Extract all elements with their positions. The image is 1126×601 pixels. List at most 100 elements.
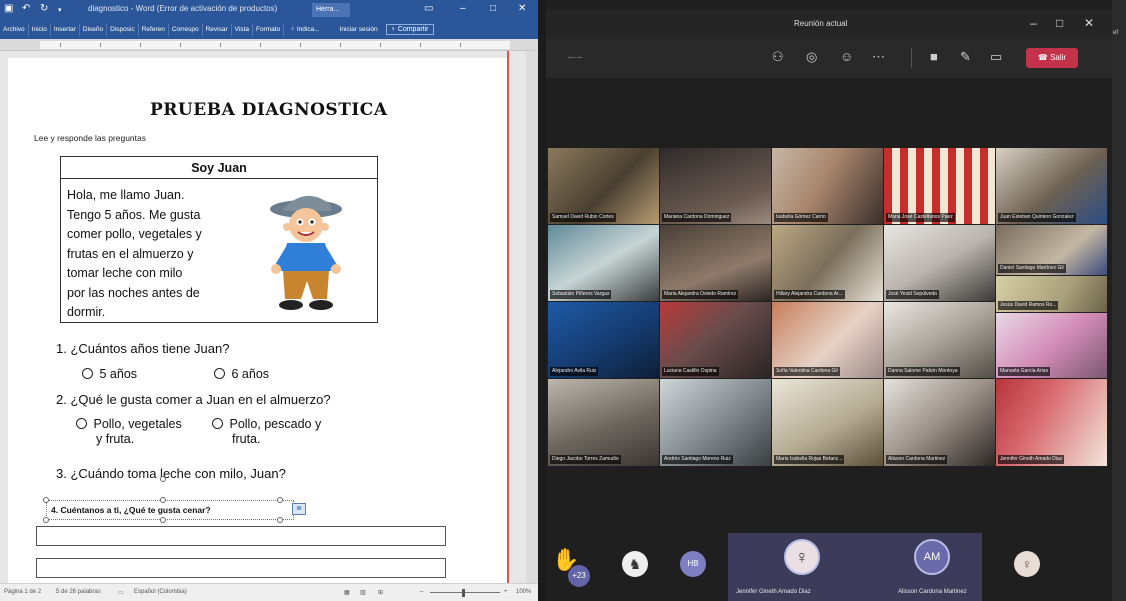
more-participants-badge[interactable]: +23	[568, 565, 590, 587]
zoom-level[interactable]: 100%	[516, 589, 531, 595]
q2-option-2[interactable]: Pollo, pescado y fruta.	[212, 417, 321, 447]
minimize-icon[interactable]: –	[460, 3, 466, 14]
sign-in-link[interactable]: Iniciar sesión	[340, 26, 378, 33]
video-tile[interactable]: José Yesid Sepúlveda	[884, 225, 995, 301]
video-tile[interactable]: Isabella Gómez Carrio	[772, 148, 883, 224]
video-tile[interactable]: Juan Esteban Quintero Gonzalez	[996, 148, 1107, 224]
proofing-icon[interactable]: ▭	[118, 589, 124, 596]
ruler-tick	[100, 43, 101, 47]
story-line: por las noches antes de	[67, 285, 200, 300]
more-actions-icon[interactable]: ⋯	[872, 49, 885, 65]
repeat-icon[interactable]: ↻	[40, 3, 48, 14]
zoom-out-icon[interactable]: –	[420, 589, 423, 595]
q2-option-2-line-1: Pollo, pescado y	[229, 417, 322, 431]
video-tile[interactable]: Manuela García Arias	[996, 313, 1107, 378]
side-strip-label: ef	[1113, 30, 1119, 36]
video-tile[interactable]: Alisson Cardona Martinez	[884, 379, 995, 466]
video-tile[interactable]: Jennifer Gineth Amado Diaz	[996, 379, 1107, 466]
video-tile[interactable]: Sebastián Piñeros Vargas	[548, 225, 659, 301]
participant-name: Maria José Castellanos Paez	[886, 213, 955, 222]
video-tile[interactable]: Diego Jacobo Torres Zamudio	[548, 379, 659, 466]
mic-muted-icon[interactable]: ✎	[960, 49, 971, 65]
tell-me-search[interactable]: ♀ Indica...	[290, 26, 319, 33]
resize-handle[interactable]	[160, 497, 166, 503]
answer-box-2[interactable]	[36, 558, 446, 578]
leave-button[interactable]: ☎ Salir	[1026, 48, 1078, 68]
share-screen-icon[interactable]: ▭	[990, 49, 1002, 65]
answer-box-1[interactable]	[36, 526, 446, 546]
resize-handle[interactable]	[277, 517, 283, 523]
document-area[interactable]: PRUEBA DIAGNOSTICA Lee y responde las pr…	[0, 51, 538, 598]
video-tile[interactable]: Samuel David Rubio Cortes	[548, 148, 659, 224]
participant-name: Manuela García Arias	[998, 367, 1051, 376]
q2-option-1[interactable]: Pollo, vegetales y fruta.	[76, 417, 182, 447]
video-tile[interactable]: Luciana Castillo Ospina	[660, 302, 771, 378]
minimize-icon[interactable]: –	[1030, 16, 1037, 30]
layout-options-icon[interactable]: ≣	[292, 503, 306, 515]
rotate-handle[interactable]	[160, 476, 166, 482]
question-4-textbox[interactable]: 4. Cuéntanos a ti, ¿Qué te gusta cenar?	[46, 500, 294, 520]
close-icon[interactable]: ✕	[1084, 16, 1094, 30]
camera-icon[interactable]: ■	[930, 49, 938, 64]
zoom-in-icon[interactable]: +	[504, 589, 508, 595]
boy-illustration	[270, 195, 342, 310]
tab-insertar[interactable]: Insertar	[51, 23, 80, 36]
page-count[interactable]: Página 1 de 2	[4, 589, 41, 595]
tab-inicio[interactable]: Inicio	[29, 23, 51, 36]
save-icon[interactable]: ▣	[4, 3, 13, 14]
share-button[interactable]: ♀ Compartir	[385, 24, 434, 35]
participant-avatar[interactable]: HB	[680, 551, 706, 577]
q1-option-1[interactable]: 5 años	[82, 367, 137, 382]
video-tile[interactable]: Sofía Valentina Cardona Gil	[772, 302, 883, 378]
highlighted-participant-tile[interactable]: ♀ Jennifer Gineth Amado Diaz	[728, 533, 896, 601]
participant-avatar[interactable]: ♀	[1014, 551, 1040, 577]
undo-icon[interactable]: ↶	[22, 3, 30, 14]
tab-archivo[interactable]: Archivo	[0, 23, 29, 36]
participants-icon[interactable]: ⚇	[772, 49, 784, 65]
tab-formato[interactable]: Formato	[253, 23, 285, 36]
print-layout-icon[interactable]: ▥	[360, 589, 366, 596]
q1-option-2[interactable]: 6 años	[214, 367, 269, 382]
resize-handle[interactable]	[43, 517, 49, 523]
resize-handle[interactable]	[160, 517, 166, 523]
radio-circle-icon	[76, 418, 87, 429]
chat-icon[interactable]: ◎	[806, 49, 817, 65]
video-tile[interactable]: Jesús David Ramos Ro...	[996, 276, 1107, 312]
close-icon[interactable]: ✕	[518, 3, 526, 14]
tools-chip[interactable]: Herra...	[312, 3, 350, 17]
tab-diseno[interactable]: Diseño	[80, 23, 108, 36]
maximize-icon[interactable]: □	[490, 3, 496, 14]
question-4: 4. Cuéntanos a ti, ¿Qué te gusta cenar?	[51, 505, 211, 515]
maximize-icon[interactable]: □	[1056, 16, 1063, 30]
language-status[interactable]: Español (Colombia)	[134, 589, 187, 595]
resize-handle[interactable]	[277, 497, 283, 503]
ribbon-options-icon[interactable]: ▭	[424, 3, 433, 14]
resize-handle[interactable]	[43, 497, 49, 503]
video-tile[interactable]: Maria José Castellanos Paez	[884, 148, 995, 224]
zoom-slider[interactable]	[430, 592, 500, 593]
tab-vista[interactable]: Vista	[232, 23, 253, 36]
video-tile[interactable]: Daniel Santiago Martínez Gil	[996, 225, 1107, 275]
vertical-scrollbar[interactable]	[526, 51, 538, 583]
video-tile[interactable]: Maria Isabella Rojas Betanc...	[772, 379, 883, 466]
word-count[interactable]: 5 de 26 palabras	[56, 589, 101, 595]
video-tile[interactable]: Mariana Cardona Dominguez	[660, 148, 771, 224]
video-tile[interactable]: Maria Alejandra Oviedo Ramírez	[660, 225, 771, 301]
document-page[interactable]: PRUEBA DIAGNOSTICA Lee y responde las pr…	[8, 58, 508, 598]
highlighted-participant-tile[interactable]: AM Alisson Cardona Martinez	[896, 533, 982, 601]
video-tile[interactable]: Andrés Santiago Moreno Ruiz	[660, 379, 771, 466]
tab-correspondencia[interactable]: Correspo	[169, 23, 203, 36]
video-tile[interactable]: Hillary Alejandra Cardona Ar...	[772, 225, 883, 301]
video-tile[interactable]: Alejandro Avila Ruiz	[548, 302, 659, 378]
tab-revisar[interactable]: Revisar	[203, 23, 232, 36]
video-tile[interactable]: Danna Salome Pabón Montoya	[884, 302, 995, 378]
zoom-slider-thumb[interactable]	[462, 589, 465, 597]
tab-disposicion[interactable]: Disposic	[107, 23, 139, 36]
tab-referencias[interactable]: Referen	[139, 23, 169, 36]
web-layout-icon[interactable]: ⊞	[378, 589, 383, 596]
read-mode-icon[interactable]: ▦	[344, 589, 350, 596]
participant-avatar[interactable]: ♞	[622, 551, 648, 577]
qat-dropdown-icon[interactable]: ▾	[58, 6, 62, 14]
story-line: Tengo 5 años. Me gusta	[67, 207, 201, 222]
reactions-icon[interactable]: ☺	[840, 49, 853, 64]
